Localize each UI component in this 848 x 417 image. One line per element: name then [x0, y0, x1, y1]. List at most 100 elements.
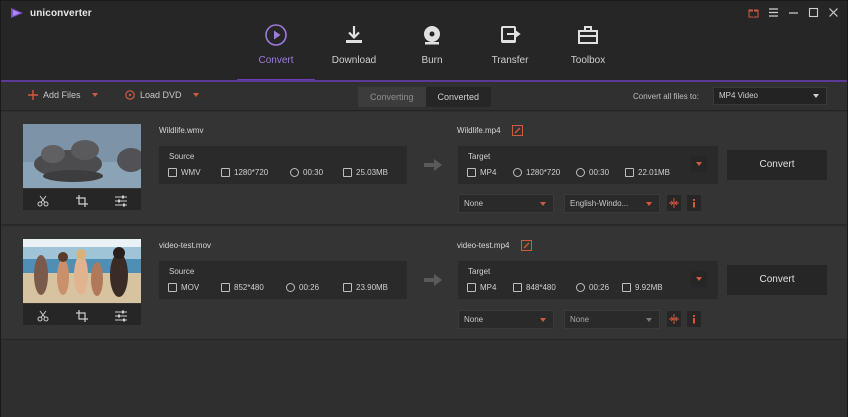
convert-all-label: Convert all files to:: [633, 92, 699, 101]
tab-toolbox-label: Toolbox: [570, 55, 606, 66]
burn-icon: [424, 26, 440, 45]
source-resolution: 852*480: [221, 283, 264, 292]
thumbnail-tools: [23, 189, 141, 210]
source-size-value: 25.03MB: [356, 168, 389, 177]
tab-download[interactable]: Download: [315, 15, 393, 81]
main-nav: Convert Download Burn Transfer Toolbox: [237, 15, 627, 81]
target-res-value: 848*480: [526, 283, 556, 292]
audio-track-select[interactable]: None: [564, 310, 660, 329]
subtitle-value: None: [464, 199, 484, 208]
source-dur-value: 00:26: [299, 283, 320, 292]
maximize-icon[interactable]: [808, 5, 819, 18]
load-dvd-caret-icon[interactable]: [192, 93, 199, 97]
target-resolution: 1280*720: [513, 168, 560, 177]
info-icon[interactable]: [687, 195, 701, 211]
add-files-button[interactable]: Add Files: [28, 90, 98, 100]
convert-button[interactable]: Convert: [727, 150, 827, 180]
video-thumbnail[interactable]: [23, 124, 141, 188]
empty-list-area: [1, 340, 847, 417]
clock-icon: [286, 283, 295, 292]
source-format-value: MOV: [181, 283, 200, 292]
target-size-value: 9.92MB: [635, 283, 663, 292]
folder-icon: [622, 283, 631, 292]
film-icon: [168, 168, 177, 177]
arrow-right-icon: [424, 274, 442, 286]
tab-converted[interactable]: Converted: [426, 87, 492, 107]
subtitle-select[interactable]: None: [458, 194, 554, 213]
target-size-value: 22.01MB: [638, 168, 671, 177]
info-icon[interactable]: [687, 311, 701, 327]
source-size: 23.90MB: [343, 283, 388, 292]
target-format: MP4: [467, 168, 496, 177]
clock-icon: [576, 168, 585, 177]
source-res-value: 852*480: [234, 283, 264, 292]
source-res-value: 1280*720: [234, 168, 269, 177]
chevron-down-icon: [540, 202, 546, 206]
target-format-value: MP4: [480, 283, 497, 292]
audio-track-select[interactable]: English-Windo...: [564, 194, 660, 213]
edit-icon[interactable]: [512, 125, 523, 136]
folder-icon: [343, 283, 352, 292]
folder-icon: [343, 168, 352, 177]
resolution-icon: [513, 168, 522, 177]
add-files-caret-icon[interactable]: [91, 93, 98, 97]
menu-icon[interactable]: [768, 5, 779, 17]
merge-icon[interactable]: [667, 195, 681, 211]
source-format: MOV: [168, 283, 199, 292]
app-name: uniconverter: [30, 7, 92, 19]
target-size: 9.92MB: [622, 283, 663, 292]
target-format: MP4: [467, 283, 496, 292]
film-icon: [168, 283, 177, 292]
chevron-down-icon: [540, 318, 546, 322]
load-dvd-button[interactable]: Load DVD: [125, 90, 199, 100]
target-heading: Target: [468, 152, 491, 161]
top-bar: uniconverter Convert Download Burn Trans…: [1, 1, 847, 82]
plus-icon: [28, 90, 38, 100]
tab-transfer[interactable]: Transfer: [471, 15, 549, 81]
resolution-icon: [513, 283, 522, 292]
tab-converting[interactable]: Converting: [358, 87, 426, 107]
crop-icon[interactable]: [75, 194, 88, 207]
arrow-right-icon: [424, 159, 442, 171]
tab-burn-label: Burn: [421, 55, 443, 66]
target-filename: Wildlife.mp4: [457, 126, 501, 135]
folder-icon: [625, 168, 634, 177]
source-duration: 00:30: [290, 168, 323, 177]
gift-icon[interactable]: [748, 5, 759, 18]
tab-convert[interactable]: Convert: [237, 15, 315, 81]
convert-all-select[interactable]: MP4 Video: [713, 87, 827, 105]
trim-icon[interactable]: [37, 309, 49, 321]
target-heading: Target: [468, 267, 491, 276]
load-dvd-label: Load DVD: [140, 90, 182, 100]
minimize-icon[interactable]: [788, 5, 799, 16]
thumbnail-image: [23, 124, 141, 188]
trim-icon[interactable]: [37, 194, 49, 206]
close-icon[interactable]: [828, 5, 839, 17]
effects-icon[interactable]: [115, 194, 128, 206]
logo-icon: [11, 8, 23, 18]
target-format-dropdown[interactable]: [691, 271, 707, 287]
tab-download-label: Download: [331, 55, 377, 66]
tab-burn[interactable]: Burn: [393, 15, 471, 81]
chevron-down-icon: [813, 94, 819, 98]
status-segment: Converting Converted: [358, 87, 492, 107]
target-format-dropdown[interactable]: [691, 156, 707, 172]
effects-icon[interactable]: [115, 309, 128, 321]
subtitle-select[interactable]: None: [458, 310, 554, 329]
clock-icon: [576, 283, 585, 292]
tab-toolbox[interactable]: Toolbox: [549, 15, 627, 81]
convert-button[interactable]: Convert: [727, 265, 827, 295]
tab-convert-label: Convert: [258, 55, 294, 66]
convert-icon: [265, 24, 287, 46]
merge-icon[interactable]: [667, 311, 681, 327]
crop-icon[interactable]: [75, 309, 88, 322]
add-files-label: Add Files: [43, 90, 81, 100]
chevron-down-icon: [696, 277, 702, 281]
app-logo: uniconverter: [10, 7, 92, 19]
edit-icon[interactable]: [521, 240, 532, 251]
thumbnail-tools: [23, 304, 141, 325]
toolbar: Add Files Load DVD Converting Converted …: [1, 83, 847, 111]
video-thumbnail[interactable]: [23, 239, 141, 303]
source-resolution: 1280*720: [221, 168, 268, 177]
source-heading: Source: [169, 267, 195, 276]
